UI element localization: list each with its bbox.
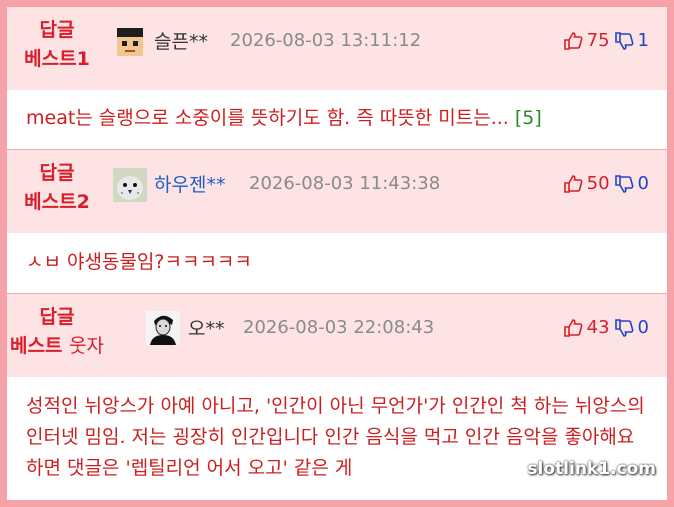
- comment-body: meat는 슬랭으로 소중이를 뜻하기도 함. 즉 따뜻한 미트는... [5]: [7, 90, 667, 149]
- comment-body: ㅅㅂ 야생동물임?ㅋㅋㅋㅋㅋ: [7, 233, 667, 293]
- username[interactable]: 슬픈**: [154, 27, 208, 54]
- comment-text: ㅅㅂ 야생동물임?ㅋㅋㅋㅋㅋ: [26, 251, 252, 273]
- thumbs-up-icon[interactable]: [563, 31, 583, 51]
- downvote-count: 0: [637, 173, 649, 194]
- downvote-count: 0: [637, 317, 649, 338]
- comment-date: 2026-08-03 22:08:43: [243, 317, 435, 338]
- comment-date: 2026-08-03 11:43:38: [249, 173, 441, 194]
- best-reply-badge: 답글 베스트2: [24, 162, 90, 213]
- comment-header: 답글 베스트 웃자 오** 2026-08-03 22:08:43 43 0: [7, 293, 667, 377]
- comment-header: 답글 베스트2 하우젠** 2026-08-03 11:43:38 50 0: [7, 149, 667, 233]
- vote-box: 43 0: [563, 317, 649, 338]
- reply-count[interactable]: [5]: [515, 107, 542, 129]
- pixel-face-avatar-icon: [113, 25, 147, 59]
- vote-box: 75 1: [563, 30, 649, 51]
- vote-box: 50 0: [563, 173, 649, 194]
- man-portrait-avatar-icon: [146, 311, 180, 345]
- upvote-count: 75: [586, 30, 610, 51]
- comment-header: 답글 베스트1 슬픈** 2026-08-03 13:11:12 75 1: [7, 7, 667, 90]
- username[interactable]: 오**: [188, 314, 224, 341]
- username[interactable]: 하우젠**: [154, 170, 225, 197]
- comment-date: 2026-08-03 13:11:12: [230, 30, 422, 51]
- upvote-count: 43: [586, 317, 610, 338]
- comment-text: meat는 슬랭으로 소중이를 뜻하기도 함. 즉 따뜻한 미트는...: [26, 107, 509, 129]
- thumbs-up-icon[interactable]: [563, 174, 583, 194]
- thumbs-down-icon[interactable]: [614, 31, 634, 51]
- thumbs-down-icon[interactable]: [614, 318, 634, 338]
- watermark: slotlink1.com: [527, 459, 656, 479]
- category-label: 웃자: [69, 335, 105, 357]
- bird-avatar-icon: [113, 168, 147, 202]
- thumbs-up-icon[interactable]: [563, 318, 583, 338]
- comment-body: 성적인 뉘앙스가 아예 아니고, '인간이 아닌 무언가'가 인간인 척 하는 …: [7, 377, 667, 500]
- thumbs-down-icon[interactable]: [614, 174, 634, 194]
- best-reply-badge: 답글 베스트1: [24, 19, 90, 70]
- best-reply-badge: 답글 베스트 웃자: [9, 306, 105, 357]
- upvote-count: 50: [586, 173, 610, 194]
- downvote-count: 1: [637, 30, 649, 51]
